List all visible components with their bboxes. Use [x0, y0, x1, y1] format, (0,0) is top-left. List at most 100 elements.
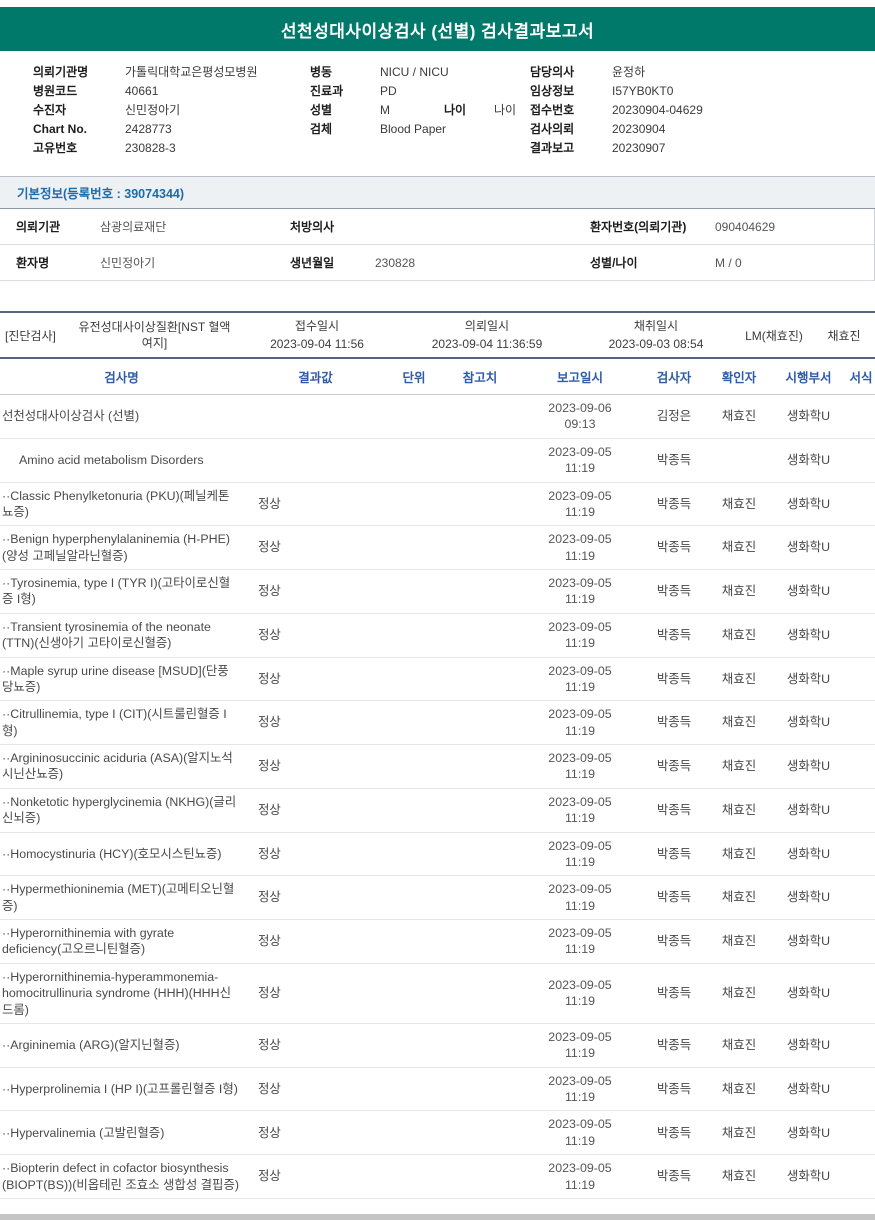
- result-row: ··Benign hyperphenylalaninemia (H-PHE)(양…: [0, 525, 875, 570]
- field-label: 의뢰일시: [464, 319, 510, 333]
- result-row: ··Hyperprolinemia I (HP I)(고프롤린혈증 I형) 정상 2…: [0, 1067, 875, 1112]
- result-row: ··Citrullinemia, type I (CIT)(시트룰린혈증 I형)…: [0, 700, 875, 745]
- department-name: 생화학U: [770, 788, 847, 833]
- column-header: 참고치: [440, 359, 520, 395]
- column-header: 단위: [388, 359, 440, 395]
- examiner-name: 박종득: [640, 525, 708, 570]
- report-datetime: 2023-09-05 11:19: [520, 700, 640, 745]
- form-cell: [847, 1110, 875, 1156]
- reference-range: [440, 482, 520, 527]
- report-time: 11:19: [564, 942, 596, 957]
- unit: [388, 1067, 440, 1112]
- info-row: 수진자 신민정아기: [33, 101, 310, 120]
- examiner-name: 박종득: [640, 1154, 708, 1199]
- field-value: 40661: [125, 84, 159, 98]
- report-date: 2023-09-05: [548, 838, 612, 853]
- examiner-name: 박종득: [640, 963, 708, 1024]
- report-date: 2023-09-05: [548, 751, 612, 765]
- result-row: ··Classic Phenylketonuria (PKU)(페닐케톤뇨증) 정…: [0, 482, 875, 527]
- field-value: 090404629: [715, 219, 776, 234]
- test-name: ··Biopterin defect in cofactor biosynthe…: [0, 1154, 243, 1199]
- result-value: 정상: [243, 919, 388, 964]
- report-time: 11:19: [564, 898, 596, 913]
- column-header: 보고일시: [520, 359, 640, 395]
- result-value: 정상: [243, 657, 388, 702]
- field-label: 고유번호: [33, 141, 78, 155]
- department-name: 생화학U: [770, 394, 847, 439]
- request-datetime: 의뢰일시 2023-09-04 11:36:59: [397, 317, 577, 353]
- test-name: ··Hypervalinemia (고발린혈증): [0, 1110, 243, 1156]
- department-name: 생화학U: [770, 438, 847, 483]
- report-time: 11:19: [564, 548, 596, 563]
- info-row: 진료과 PD: [310, 82, 530, 101]
- field-value: 2428773: [125, 122, 172, 136]
- field-label: 처방의사: [290, 220, 335, 234]
- result-value: 정상: [243, 963, 388, 1024]
- test-name: ··Maple syrup urine disease [MSUD](단풍당뇨증…: [0, 657, 243, 702]
- department-name: 생화학U: [770, 1154, 847, 1199]
- column-header: 검사자: [640, 359, 708, 395]
- reference-range: [440, 394, 520, 439]
- reference-range: [440, 963, 520, 1024]
- result-row: ··Biopterin defect in cofactor biosynthe…: [0, 1154, 875, 1199]
- result-value: 정상: [243, 1110, 388, 1156]
- department-name: 생화학U: [770, 482, 847, 527]
- field-value: PD: [380, 84, 397, 98]
- field-label: 의뢰기관: [16, 220, 61, 234]
- test-name: ··Argininemia (ARG)(알지닌혈증): [0, 1023, 243, 1068]
- department-name: 생화학U: [770, 963, 847, 1024]
- test-name: Amino acid metabolism Disorders: [0, 438, 243, 483]
- report-time: 11:19: [564, 811, 596, 826]
- form-cell: [847, 525, 875, 570]
- results-table-body: 선천성대사이상검사 (선별) 2023-09-06 09:13 김정은 채효진 생화학U A…: [0, 394, 875, 1199]
- report-time: 11:19: [564, 767, 596, 782]
- field-value: Blood Paper: [380, 122, 447, 136]
- report-date: 2023-09-06: [548, 401, 612, 415]
- examiner-name: 박종득: [640, 832, 708, 877]
- reference-range: [440, 569, 520, 614]
- test-name: ··Transient tyrosinemia of the neonate (…: [0, 613, 243, 658]
- field-value: 윤정하: [612, 65, 646, 79]
- report-datetime: 2023-09-05 11:19: [520, 438, 640, 483]
- field-value: 나이: [494, 103, 517, 117]
- field-label: 나이: [444, 103, 467, 117]
- result-value: 정상: [243, 1067, 388, 1112]
- result-row: ··Hyperornithinemia-hyperammonemia-homoc…: [0, 963, 875, 1024]
- field-value: 삼광의료재단: [100, 220, 167, 234]
- reference-range: [440, 657, 520, 702]
- basic-info-table: 의뢰기관 삼광의료재단 처방의사 환자번호(의뢰기관) 090404629 환자명 신민정아…: [0, 209, 875, 281]
- confirmer-name: 채효진: [708, 700, 770, 745]
- reference-range: [440, 700, 520, 745]
- field-label: 검사의뢰: [530, 122, 575, 136]
- confirmer-name: 채효진: [708, 744, 770, 789]
- department-name: 생화학U: [770, 657, 847, 702]
- field-value: I57YB0KT0: [612, 84, 674, 98]
- test-name: 선천성대사이상검사 (선별): [0, 394, 243, 439]
- field-label: 채취일시: [633, 319, 679, 333]
- field-value: 2023-09-04 11:56: [270, 337, 364, 351]
- test-name: ··Citrullinemia, type I (CIT)(시트룰린혈증 I형): [0, 700, 243, 745]
- report-date: 2023-09-05: [548, 1161, 612, 1176]
- examiner-name: 박종득: [640, 569, 708, 614]
- basic-info-header: 기본정보(등록번호 : 39074344): [0, 176, 875, 209]
- test-name: ··Hyperornithinemia with gyrate deficien…: [0, 919, 243, 964]
- form-cell: [847, 700, 875, 745]
- field-label: 병동: [310, 65, 333, 79]
- report-datetime: 2023-09-05 11:19: [520, 1154, 640, 1199]
- results-table: 검사명 결과값 단위 참고치 보고일시 검사자 확인자 시행부서 서식 선천성대사이상검사 (선…: [0, 359, 875, 1199]
- field-label: 생년월일: [290, 256, 335, 270]
- report-time: 11:19: [564, 592, 596, 607]
- department-name: 생화학U: [770, 1023, 847, 1068]
- result-value: 정상: [243, 788, 388, 833]
- result-value: 정상: [243, 482, 388, 527]
- footer-bar: [0, 1214, 875, 1220]
- form-cell: [847, 657, 875, 702]
- report-datetime: 2023-09-05 11:19: [520, 657, 640, 702]
- form-cell: [847, 788, 875, 833]
- receipt-datetime: 접수일시 2023-09-04 11:56: [237, 317, 397, 353]
- info-row: 병동 NICU / NICU: [310, 63, 530, 82]
- info-row: 검체 Blood Paper: [310, 120, 530, 139]
- field-value: M / 0: [715, 255, 742, 270]
- info-row: 접수번호 20230904-04629: [530, 101, 860, 120]
- report-date: 2023-09-05: [548, 926, 612, 940]
